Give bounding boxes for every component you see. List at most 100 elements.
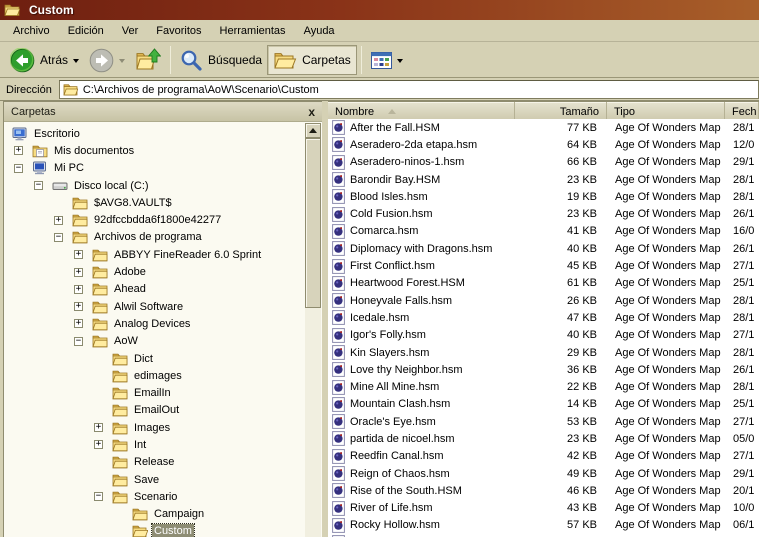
expand-icon[interactable]: + (94, 423, 103, 433)
tree-item-alwil-software[interactable]: + Alwil Software (4, 298, 305, 315)
forward-button[interactable] (84, 45, 130, 75)
file-type: Age Of Wonders Map (615, 519, 721, 532)
file-row-diplomacy-with-dragons-hsm[interactable]: Diplomacy with Dragons.hsm 40 KB Age Of Wo… (328, 240, 759, 257)
file-date: 28/1 (733, 121, 755, 134)
menu-item-archivo[interactable]: Archivo (4, 22, 59, 40)
menu-item-edicion[interactable]: Edición (59, 22, 113, 40)
file-row-cold-fusion-hsm[interactable]: Cold Fusion.hsm 23 KB Age Of Wonders Map 26… (328, 205, 759, 222)
file-row-honeyvale-falls-hsm[interactable]: Honeyvale Falls.hsm 26 KB Age Of Wonders M… (328, 292, 759, 309)
file-row-after-the-fall-hsm[interactable]: After the Fall.HSM 77 KB Age Of Wonders Ma… (328, 119, 759, 136)
collapse-icon[interactable]: − (14, 163, 23, 173)
tree-item-label: Scenario (134, 490, 178, 503)
column-header-nombre[interactable]: Nombre (328, 102, 515, 119)
expand-icon[interactable]: + (14, 146, 23, 156)
tree-item-edimages[interactable]: edimages (4, 367, 305, 384)
file-type: Age Of Wonders Map (615, 432, 721, 445)
menu-item-ver[interactable]: Ver (113, 22, 148, 40)
column-header-fech[interactable]: Fech (725, 102, 759, 119)
files-pane: Nombre Tamaño Tipo Fech After the Fall.HSM 7… (328, 101, 759, 537)
tree-item-dict[interactable]: Dict (4, 350, 305, 367)
tree-scrollbar[interactable] (305, 123, 321, 537)
file-row-mine-all-mine-hsm[interactable]: Mine All Mine.hsm 22 KB Age Of Wonders Map… (328, 378, 759, 395)
tree-item-mi-pc[interactable]: − Mi PC (4, 160, 305, 177)
expand-icon[interactable]: + (74, 319, 83, 329)
file-name: Cold Fusion.hsm (350, 208, 433, 221)
file-date: 29/1 (733, 156, 755, 169)
expand-icon[interactable]: + (74, 267, 83, 277)
file-row-rocky-hollow-hsm[interactable]: Rocky Hollow.hsm 57 KB Age Of Wonders Map 0… (328, 517, 759, 534)
file-row-first-conflict-hsm[interactable]: First Conflict.hsm 45 KB Age Of Wonders Ma… (328, 257, 759, 274)
column-header-tipo[interactable]: Tipo (607, 102, 725, 119)
file-row-mountain-clash-hsm[interactable]: Mountain Clash.hsm 14 KB Age Of Wonders Ma… (328, 396, 759, 413)
collapse-icon[interactable]: − (74, 336, 83, 346)
file-row-reedfin-canal-hsm[interactable]: Reedfin Canal.hsm 42 KB Age Of Wonders Map… (328, 448, 759, 465)
title-bar[interactable]: Custom (0, 0, 759, 20)
column-header-tamano[interactable]: Tamaño (515, 102, 607, 119)
back-icon (10, 47, 35, 73)
expand-icon[interactable]: + (54, 215, 63, 225)
tree-item-scenario[interactable]: − Scenario (4, 488, 305, 505)
file-row-river-of-life-hsm[interactable]: River of Life.hsm 43 KB Age Of Wonders Map… (328, 500, 759, 517)
close-icon[interactable]: x (308, 106, 315, 118)
file-row-oracle-s-eye-hsm[interactable]: Oracle's Eye.hsm 53 KB Age Of Wonders Map 2… (328, 413, 759, 430)
menu-item-favoritos[interactable]: Favoritos (147, 22, 210, 40)
tree-item-escritorio[interactable]: Escritorio (4, 125, 305, 142)
tree-item-avg8-vault[interactable]: $AVG8.VAULT$ (4, 194, 305, 211)
tree-item-emailin[interactable]: EmailIn (4, 384, 305, 401)
address-input[interactable]: C:\Archivos de programa\AoW\Scenario\Cus… (58, 80, 759, 99)
collapse-icon[interactable]: − (94, 492, 103, 502)
views-button[interactable] (366, 45, 408, 75)
tree-item-analog-devices[interactable]: + Analog Devices (4, 315, 305, 332)
file-date: 16/0 (733, 225, 755, 238)
folders-button[interactable]: Carpetas (267, 45, 357, 75)
file-row-heartwood-forest-hsm[interactable]: Heartwood Forest.HSM 61 KB Age Of Wonders … (328, 275, 759, 292)
file-row-love-thy-neighbor-hsm[interactable]: Love thy Neighbor.hsm 36 KB Age Of Wonders… (328, 361, 759, 378)
scroll-up-button[interactable] (305, 123, 321, 138)
expand-icon[interactable]: + (74, 250, 83, 260)
expand-icon[interactable]: + (94, 440, 103, 450)
folder-icon (112, 369, 128, 383)
tree-item-disco-local-c[interactable]: − Disco local (C:) (4, 177, 305, 194)
file-row-rise-of-the-south-hsm[interactable]: Rise of the South.HSM 46 KB Age Of Wonders… (328, 482, 759, 499)
file-row-partida-de-nicoel-hsm[interactable]: partida de nicoel.hsm 23 KB Age Of Wonders… (328, 430, 759, 447)
expand-icon[interactable]: + (74, 284, 83, 294)
tree-item-abbyy-finereader-6-0-sprint[interactable]: + ABBYY FineReader 6.0 Sprint (4, 246, 305, 263)
file-row-blood-isles-hsm[interactable]: Blood Isles.hsm 19 KB Age Of Wonders Map 28… (328, 188, 759, 205)
expand-icon[interactable]: + (74, 302, 83, 312)
tree-item-adobe[interactable]: + Adobe (4, 263, 305, 280)
tree-item-aow[interactable]: − AoW (4, 333, 305, 350)
tree-item-mis-documentos[interactable]: + Mis documentos (4, 142, 305, 159)
file-row-reign-of-chaos-hsm[interactable]: Reign of Chaos.hsm 49 KB Age Of Wonders Ma… (328, 465, 759, 482)
aow-map-file-icon (332, 327, 345, 343)
collapse-icon[interactable]: − (34, 181, 43, 191)
tree-item-ahead[interactable]: + Ahead (4, 281, 305, 298)
file-row-kin-slayers-hsm[interactable]: Kin Slayers.hsm 29 KB Age Of Wonders Map 28… (328, 344, 759, 361)
tree-item-images[interactable]: + Images (4, 419, 305, 436)
file-row-comarca-hsm[interactable]: Comarca.hsm 41 KB Age Of Wonders Map 16/0 (328, 223, 759, 240)
views-dropdown-icon[interactable] (396, 58, 403, 66)
file-row-aseradero-2da-etapa-hsm[interactable]: Aseradero-2da etapa.hsm 64 KB Age Of Wonde… (328, 136, 759, 153)
tree-item-int[interactable]: + Int (4, 436, 305, 453)
tree-item-save[interactable]: Save (4, 471, 305, 488)
file-row-icedale-hsm[interactable]: Icedale.hsm 47 KB Age Of Wonders Map 28/1 (328, 309, 759, 326)
menu-item-ayuda[interactable]: Ayuda (295, 22, 344, 40)
tree-item-release[interactable]: Release (4, 454, 305, 471)
tree-item-campaign[interactable]: Campaign (4, 506, 305, 523)
search-button[interactable]: Búsqueda (175, 45, 267, 75)
scrollbar-thumb[interactable] (305, 138, 321, 308)
tree-item-emailout[interactable]: EmailOut (4, 402, 305, 419)
tree-item-custom[interactable]: Custom (4, 523, 305, 537)
file-row-barondir-bay-hsm[interactable]: Barondir Bay.HSM 23 KB Age Of Wonders Map 2… (328, 171, 759, 188)
collapse-icon[interactable]: − (54, 232, 63, 242)
back-dropdown-icon[interactable] (73, 58, 80, 66)
file-row-aseradero-ninos-1-hsm[interactable]: Aseradero-ninos-1.hsm 66 KB Age Of Wonders… (328, 154, 759, 171)
file-date: 05/0 (733, 432, 755, 445)
file-row-igor-s-folly-hsm[interactable]: Igor's Folly.hsm 40 KB Age Of Wonders Map 2… (328, 327, 759, 344)
forward-dropdown-icon[interactable] (119, 58, 126, 66)
back-button[interactable]: Atrás (5, 45, 84, 75)
file-name: Honeyvale Falls.hsm (350, 294, 453, 307)
menu-item-herramientas[interactable]: Herramientas (211, 22, 295, 40)
tree-item-92dfccbdda6f1800e42277[interactable]: +92dfccbdda6f1800e42277 (4, 211, 305, 228)
tree-item-archivos-de-programa[interactable]: − Archivos de programa (4, 229, 305, 246)
up-button[interactable] (130, 45, 166, 75)
